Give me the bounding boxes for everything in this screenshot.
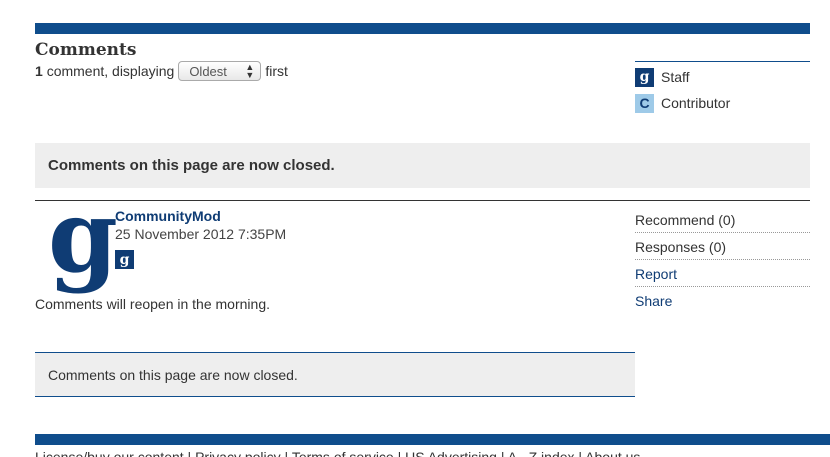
comment-timestamp[interactable]: 25 November 2012 7:35PM bbox=[115, 226, 286, 242]
staff-badge-icon: g bbox=[115, 250, 134, 269]
report-link[interactable]: Report bbox=[635, 263, 810, 287]
select-arrows-icon: ▲ ▼ bbox=[245, 62, 255, 80]
bottom-rule bbox=[35, 434, 830, 445]
comment-author-link[interactable]: CommunityMod bbox=[115, 208, 221, 224]
contributor-badge-icon: C bbox=[635, 93, 654, 113]
comment-count-text: comment, displaying bbox=[46, 63, 175, 79]
comment-actions: Recommend (0) Responses (0) Report Share bbox=[635, 209, 810, 316]
sort-suffix: first bbox=[265, 63, 288, 79]
top-rule bbox=[35, 23, 810, 34]
badge-legend: g Staff C Contributor bbox=[635, 61, 810, 114]
share-link[interactable]: Share bbox=[635, 290, 810, 313]
avatar[interactable]: g bbox=[48, 186, 118, 286]
comments-closed-banner: Comments on this page are now closed. bbox=[35, 143, 810, 188]
staff-badge-icon: g bbox=[635, 67, 654, 87]
legend-item-staff: g Staff bbox=[635, 66, 810, 88]
responses-button[interactable]: Responses (0) bbox=[635, 236, 810, 260]
comments-closed-notice: Comments on this page are now closed. bbox=[35, 352, 635, 397]
sort-order-select[interactable]: Oldest ▲ ▼ bbox=[178, 61, 262, 81]
comments-heading: Comments bbox=[35, 40, 137, 60]
sort-order-value: Oldest bbox=[189, 63, 227, 79]
comment-count-line: 1 comment, displaying Oldest ▲ ▼ first bbox=[35, 61, 288, 81]
legend-label-staff: Staff bbox=[661, 69, 690, 85]
legend-label-contributor: Contributor bbox=[661, 95, 731, 111]
comment-count: 1 bbox=[35, 63, 43, 79]
recommend-button[interactable]: Recommend (0) bbox=[635, 209, 810, 233]
footer-links[interactable]: License/buy our content | Privacy policy… bbox=[35, 449, 640, 457]
legend-item-contributor: C Contributor bbox=[635, 92, 810, 114]
comment-divider bbox=[35, 200, 810, 201]
comment-body: Comments will reopen in the morning. bbox=[35, 296, 270, 312]
